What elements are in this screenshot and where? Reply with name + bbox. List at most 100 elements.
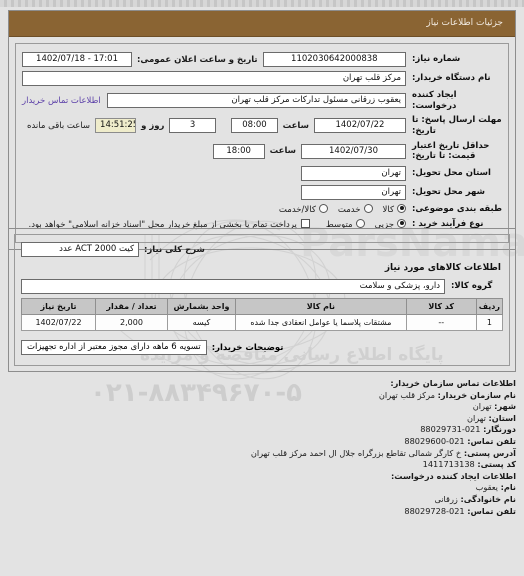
th-index: ردیف xyxy=(475,298,504,315)
classification-option-goods-service[interactable]: کالا/خدمت xyxy=(278,203,328,215)
row-deadline: مهلت ارسال پاسخ: تا تاریخ: 1402/07/22 سا… xyxy=(22,115,502,136)
footer-fax: دورنگار: 88029731-021 xyxy=(8,424,516,436)
buyer-org-value: مرکز قلب تهران xyxy=(22,71,406,86)
page-title: جزئیات اطلاعات نیاز xyxy=(9,11,515,37)
announce-value: 1402/07/18 - 17:01 xyxy=(22,52,133,67)
need-number-value: 1102030642000838 xyxy=(262,52,406,67)
radio-medium-icon[interactable] xyxy=(355,218,365,228)
footer-province-label: استان: xyxy=(488,412,516,423)
classification-option-service[interactable]: خدمت xyxy=(337,203,373,215)
th-name: نام کالا xyxy=(235,298,407,315)
need-details-card: جزئیات اطلاعات نیاز شماره نیاز: 11020306… xyxy=(8,10,516,250)
goods-group-value: دارو، پزشکی و سلامت xyxy=(21,279,445,294)
footer-contact-title-text: اطلاعات تماس سازمان خریدار: xyxy=(390,378,516,388)
footer-fname-value: یعقوب xyxy=(475,482,498,493)
footer-org: نام سازمان خریدار: مرکز قلب تهران xyxy=(8,390,516,402)
delivery-province-label: استان محل تحویل: xyxy=(412,167,491,178)
footer-fax-value: 88029731-021 xyxy=(420,424,481,435)
cell-index: 1 xyxy=(475,314,504,331)
remaining-time: 14:51:25 xyxy=(95,118,137,134)
footer-lname-value: زرقانی xyxy=(434,493,458,504)
top-strip xyxy=(0,0,524,7)
announce-label: تاریخ و ساعت اعلان عمومی: xyxy=(137,54,258,65)
footer-lname: نام خانوادگی: زرقانی xyxy=(8,494,516,506)
cell-name: مشتقات پلاسما یا عوامل انعقادی جدا شده xyxy=(235,314,407,331)
footer-fax-label: دورنگار: xyxy=(483,424,516,435)
radio-goods-icon[interactable] xyxy=(397,203,406,213)
price-validity-date: 1402/07/30 xyxy=(301,143,406,159)
footer-phone-label: تلفن تماس: xyxy=(467,435,516,446)
delivery-city-value: تهران xyxy=(301,184,406,200)
footer-address: آدرس پستی: خ کارگر شمالی تقاطع بزرگراه ج… xyxy=(8,448,516,460)
footer-fname-label: نام: xyxy=(500,482,516,493)
footer-contact-title: اطلاعات تماس سازمان خریدار: xyxy=(8,378,516,390)
footer-postal-value: 1411713138 xyxy=(422,459,475,470)
classification-label: طبقه بندی موضوعی: xyxy=(412,203,502,214)
goods-info-title: اطلاعات کالاهای مورد نیاز xyxy=(384,263,501,273)
footer-phone: تلفن تماس: 88029600-021 xyxy=(8,436,516,448)
deadline-hour-label: ساعت xyxy=(282,120,309,131)
footer-phone-value: 88029600-021 xyxy=(404,435,465,446)
deadline-date: 1402/07/22 xyxy=(313,118,406,134)
footer-city-value: تهران xyxy=(472,401,492,412)
th-need-date: تاریخ نیاز xyxy=(21,298,96,315)
radio-minor-icon[interactable] xyxy=(397,218,406,228)
row-need-summary: شرح کلی نیاز: کیت ACT 2000 عدد xyxy=(21,242,503,257)
contact-footer: اطلاعات تماس سازمان خریدار: نام سازمان خ… xyxy=(8,378,516,517)
row-delivery-city: شهر محل تحویل: تهران xyxy=(22,184,502,200)
creator-label: ایجاد کننده درخواست: xyxy=(412,90,457,111)
cell-code: -- xyxy=(405,314,477,331)
remaining-days-label: روز و xyxy=(141,120,165,131)
treasury-bonds-checkbox[interactable] xyxy=(300,218,310,228)
footer-city: شهر: تهران xyxy=(8,401,516,413)
need-summary-value: کیت ACT 2000 عدد xyxy=(21,242,139,257)
deadline-time: 08:00 xyxy=(231,118,278,134)
footer-province-value: تهران xyxy=(466,412,486,423)
row-buyer-org: نام دستگاه خریدار: مرکز قلب تهران xyxy=(22,71,502,86)
creator-value: یعقوب زرقانی مسئول تدارکات مرکز قلب تهرا… xyxy=(106,93,406,109)
goods-card: شرح کلی نیاز: کیت ACT 2000 عدد اطلاعات ک… xyxy=(8,228,516,372)
classification-option-service-label: خدمت xyxy=(337,204,361,215)
radio-service-icon[interactable] xyxy=(363,203,373,213)
price-validity-label: حداقل تاریخ اعتبار قیمت: تا تاریخ: xyxy=(412,140,490,162)
footer-city-label: شهر: xyxy=(494,401,516,412)
delivery-city-label: شهر محل تحویل: xyxy=(412,186,485,197)
row-need-number: شماره نیاز: 1102030642000838 تاریخ و ساع… xyxy=(22,52,502,67)
th-code: کد کالا xyxy=(405,298,477,315)
footer-address-label: آدرس پستی: xyxy=(463,447,516,458)
need-summary-label: شرح کلی نیاز: xyxy=(144,244,205,255)
cell-need-date: 1402/07/22 xyxy=(21,314,96,331)
footer-postal: کد پستی: 1411713138 xyxy=(8,459,516,471)
deadline-label: مهلت ارسال پاسخ: تا تاریخ: xyxy=(412,115,502,136)
buyer-contact-link[interactable]: اطلاعات تماس خریدار xyxy=(22,96,107,106)
footer-requester-phone-value: 88029728-021 xyxy=(404,505,465,516)
price-validity-time: 18:00 xyxy=(212,143,265,159)
footer-org-value: مرکز قلب تهران xyxy=(378,389,435,400)
footer-requester-phone: تلفن تماس: 88029728-021 xyxy=(8,506,516,518)
cell-quantity: 2,000 xyxy=(95,314,168,331)
classification-option-goods[interactable]: کالا xyxy=(382,203,406,215)
table-row: 1 -- مشتقات پلاسما یا عوامل انعقادی جدا … xyxy=(21,314,504,331)
footer-requester-title-text: اطلاعات ایجاد کننده درخواست: xyxy=(391,470,516,481)
classification-option-goods-label: کالا xyxy=(382,204,394,215)
th-unit: واحد بشمارش xyxy=(167,298,236,315)
footer-fname: نام: یعقوب xyxy=(8,482,516,494)
footer-org-label: نام سازمان خریدار: xyxy=(437,389,516,400)
need-details-page: ParsNamadData پایگاه اطلاع رسانی مناقصه … xyxy=(0,0,524,576)
goods-table-header-row: ردیف کد کالا نام کالا واحد بشمارش تعداد … xyxy=(21,298,504,315)
radio-goods-service-icon[interactable] xyxy=(318,203,328,213)
buyer-org-label: نام دستگاه خریدار: xyxy=(412,73,491,84)
classification-option-goods-service-label: کالا/خدمت xyxy=(278,204,316,215)
row-buyer-notes: توضیحات خریدار: تسویه 6 ماهه دارای مجوز … xyxy=(21,340,503,355)
footer-lname-label: نام خانوادگی: xyxy=(460,493,516,504)
cell-unit: کیسه xyxy=(167,314,236,331)
footer-address-value: خ کارگر شمالی تقاطع بزرگراه جلال ال احمد… xyxy=(250,447,462,458)
footer-province: استان: تهران xyxy=(8,413,516,425)
row-goods-group: گروه کالا: دارو، پزشکی و سلامت xyxy=(21,279,503,294)
row-creator: ایجاد کننده درخواست: یعقوب زرقانی مسئول … xyxy=(22,90,502,111)
buyer-notes-value: تسویه 6 ماهه دارای مجوز معتبر از اداره ت… xyxy=(21,340,207,355)
row-delivery-province: استان محل تحویل: تهران xyxy=(22,165,502,181)
goods-table: ردیف کد کالا نام کالا واحد بشمارش تعداد … xyxy=(21,298,504,331)
goods-card-inner: شرح کلی نیاز: کیت ACT 2000 عدد اطلاعات ک… xyxy=(14,234,510,366)
row-classification: طبقه بندی موضوعی: کالا خدمت کالا/خدمت xyxy=(22,203,502,215)
